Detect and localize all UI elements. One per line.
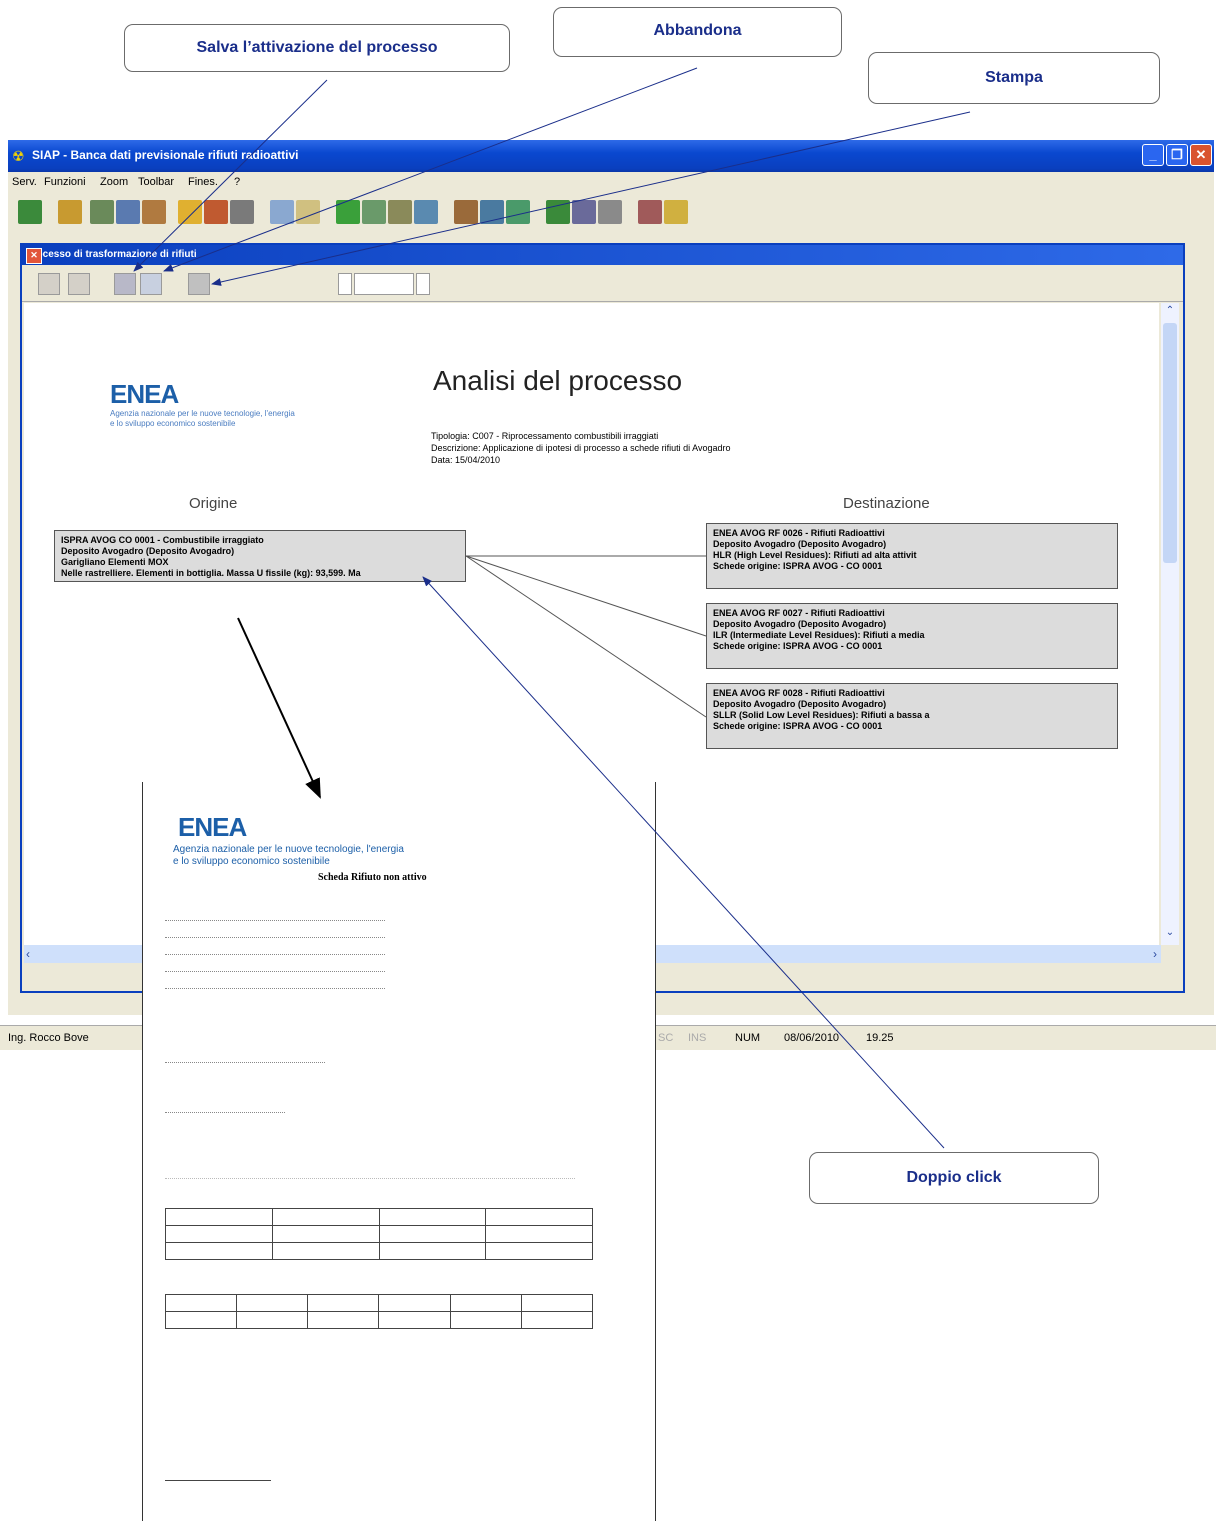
- annotation-arrows: [133, 67, 971, 1149]
